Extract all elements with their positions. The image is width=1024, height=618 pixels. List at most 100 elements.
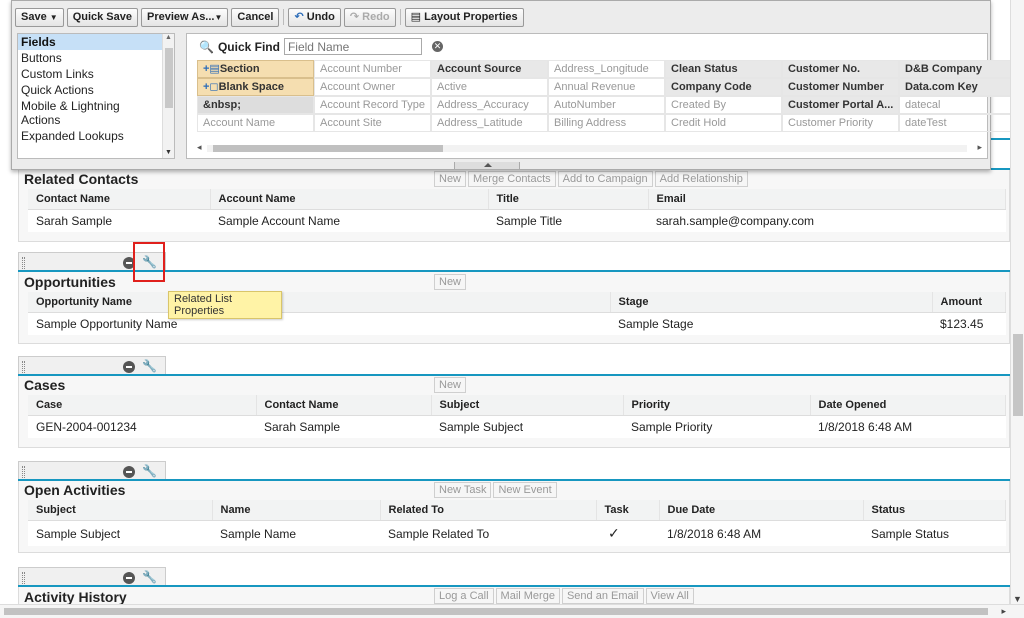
new-case-button[interactable]: New xyxy=(434,377,467,393)
palette-field-item[interactable]: Account Site xyxy=(314,114,431,132)
palette-field-label: Account Record Type xyxy=(320,99,425,111)
save-button[interactable]: Save ▼ xyxy=(15,7,64,27)
wrench-icon[interactable]: 🔧 xyxy=(142,570,157,584)
palette-toolbar: Save ▼ Quick Save Preview As...▼ Cancel … xyxy=(15,7,524,27)
field-grid-scrollbar[interactable]: ◂ ▸ xyxy=(197,142,982,154)
scrollbar-thumb[interactable] xyxy=(4,608,988,615)
category-scrollbar[interactable]: ▲ ▼ xyxy=(162,34,174,158)
remove-icon[interactable] xyxy=(123,572,135,584)
scrollbar-thumb[interactable] xyxy=(1013,334,1023,416)
category-item-buttons[interactable]: Buttons xyxy=(18,50,174,66)
palette-field-item[interactable]: Account Number xyxy=(314,60,431,78)
undo-button[interactable]: ↶ Undo xyxy=(288,7,341,27)
column-header: Subject xyxy=(28,500,213,521)
column-header: Case xyxy=(28,395,257,416)
category-item-quick-actions[interactable]: Quick Actions xyxy=(18,82,174,98)
palette-field-item[interactable]: Data.com Key xyxy=(899,78,1010,96)
palette-field-item[interactable]: +▤Section xyxy=(197,60,314,78)
scroll-right-icon[interactable]: ▸ xyxy=(977,142,982,153)
chevron-down-icon[interactable]: ▼ xyxy=(50,13,58,22)
new-opportunity-button[interactable]: New xyxy=(434,274,467,290)
wrench-icon[interactable]: 🔧 xyxy=(142,359,157,373)
merge-contacts-button[interactable]: Merge Contacts xyxy=(468,171,556,187)
open-activities-handle[interactable]: 🔧 xyxy=(18,461,166,481)
palette-field-item[interactable]: Active xyxy=(431,78,548,96)
category-item-mobile-lightning-actions[interactable]: Mobile & Lightning Actions xyxy=(18,98,158,128)
clear-icon[interactable]: ✕ xyxy=(431,41,443,52)
palette-field-item[interactable]: +◻Blank Space xyxy=(197,78,314,96)
palette-field-item[interactable]: Account Owner xyxy=(314,78,431,96)
palette-field-item[interactable]: Customer Portal A... xyxy=(782,96,899,114)
cases-handle[interactable]: 🔧 xyxy=(18,356,166,376)
palette-field-item[interactable]: Customer Priority xyxy=(782,114,899,132)
send-an-email-button[interactable]: Send an Email xyxy=(561,588,644,604)
palette-field-item[interactable]: Clean Status xyxy=(665,60,782,78)
scroll-right-icon[interactable]: ▸ xyxy=(1001,606,1006,617)
scrollbar-thumb[interactable] xyxy=(213,145,443,152)
horizontal-scrollbar[interactable]: ▸ xyxy=(0,604,1024,618)
quick-find-input[interactable] xyxy=(283,38,422,55)
quick-save-button[interactable]: Quick Save xyxy=(66,7,139,27)
palette-field-item[interactable]: Account Name xyxy=(197,114,314,132)
new-contact-button[interactable]: New xyxy=(434,171,467,187)
page-layout-editor: Related Contacts New Merge Contacts Add … xyxy=(0,0,1010,604)
preview-as-button[interactable]: Preview As...▼ xyxy=(141,7,229,27)
palette-field-item[interactable]: Customer Number xyxy=(782,78,899,96)
drag-grip-icon[interactable] xyxy=(22,257,25,269)
palette-field-item[interactable]: Credit Hold xyxy=(665,114,782,132)
drag-grip-icon[interactable] xyxy=(22,361,25,373)
palette-field-item[interactable]: dateTest xyxy=(899,114,1010,132)
scroll-up-icon[interactable]: ▲ xyxy=(163,34,174,41)
palette-field-item[interactable]: Address_Longitude xyxy=(548,60,665,78)
palette-field-item[interactable]: Account Record Type xyxy=(314,96,431,114)
palette-field-item[interactable]: &nbsp; xyxy=(197,96,314,114)
palette-field-item[interactable]: D&B Company xyxy=(899,60,1010,78)
palette-field-item[interactable]: Created By xyxy=(665,96,782,114)
remove-icon[interactable] xyxy=(123,466,135,478)
mail-merge-button[interactable]: Mail Merge xyxy=(495,588,560,604)
palette-field-item[interactable]: Address_Accuracy xyxy=(431,96,548,114)
palette-field-item[interactable]: Annual Revenue xyxy=(548,78,665,96)
view-all-button[interactable]: View All xyxy=(645,588,694,604)
activity-history-handle[interactable]: 🔧 xyxy=(18,567,166,587)
cancel-button[interactable]: Cancel xyxy=(231,7,280,27)
chevron-down-icon[interactable]: ▼ xyxy=(214,13,222,22)
palette-field-item[interactable]: Customer No. xyxy=(782,60,899,78)
table-cell: sarah.sample@company.com xyxy=(648,209,1006,232)
log-a-call-button[interactable]: Log a Call xyxy=(434,588,494,604)
undo-label: Undo xyxy=(306,10,335,23)
scroll-left-icon[interactable]: ◂ xyxy=(197,142,202,153)
add-relationship-button[interactable]: Add Relationship xyxy=(654,171,748,187)
palette-field-item[interactable]: Address_Latitude xyxy=(431,114,548,132)
column-header: Email xyxy=(648,189,1006,210)
palette-field-item[interactable]: Company Code xyxy=(665,78,782,96)
palette-field-label: &nbsp; xyxy=(203,99,241,111)
new-event-button[interactable]: New Event xyxy=(493,482,557,498)
scroll-down-icon[interactable]: ▼ xyxy=(1013,594,1022,604)
palette-field-label: Account Name xyxy=(203,117,276,129)
category-item-custom-links[interactable]: Custom Links xyxy=(18,66,174,82)
add-to-campaign-button[interactable]: Add to Campaign xyxy=(557,171,653,187)
drag-grip-icon[interactable] xyxy=(22,466,25,478)
new-task-button[interactable]: New Task xyxy=(434,482,492,498)
wrench-icon[interactable]: 🔧 xyxy=(142,464,157,478)
scroll-down-icon[interactable]: ▼ xyxy=(165,149,172,156)
category-item-expanded-lookups[interactable]: Expanded Lookups xyxy=(18,128,174,144)
cases-buttons: New xyxy=(434,377,467,393)
category-item-fields[interactable]: Fields xyxy=(18,34,174,50)
redo-button[interactable]: ↷ Redo xyxy=(343,7,396,27)
drag-grip-icon[interactable] xyxy=(22,572,25,584)
palette-field-item[interactable]: Account Source xyxy=(431,60,548,78)
toolbar-separator xyxy=(283,9,285,25)
palette-field-item[interactable]: AutoNumber xyxy=(548,96,665,114)
layout-properties-button[interactable]: ▤ Layout Properties xyxy=(404,7,524,27)
scrollbar-thumb[interactable] xyxy=(165,48,173,108)
table-cell: Sarah Sample xyxy=(28,209,210,232)
palette-field-item[interactable]: datecal xyxy=(899,96,1010,114)
palette-field-label: Company Code xyxy=(671,81,752,93)
remove-icon[interactable] xyxy=(123,361,135,373)
palette-field-label: Customer No. xyxy=(788,63,861,75)
vertical-scrollbar[interactable]: ▼ xyxy=(1010,0,1024,604)
collapse-palette-tab[interactable] xyxy=(454,162,520,170)
palette-field-item[interactable]: Billing Address xyxy=(548,114,665,132)
